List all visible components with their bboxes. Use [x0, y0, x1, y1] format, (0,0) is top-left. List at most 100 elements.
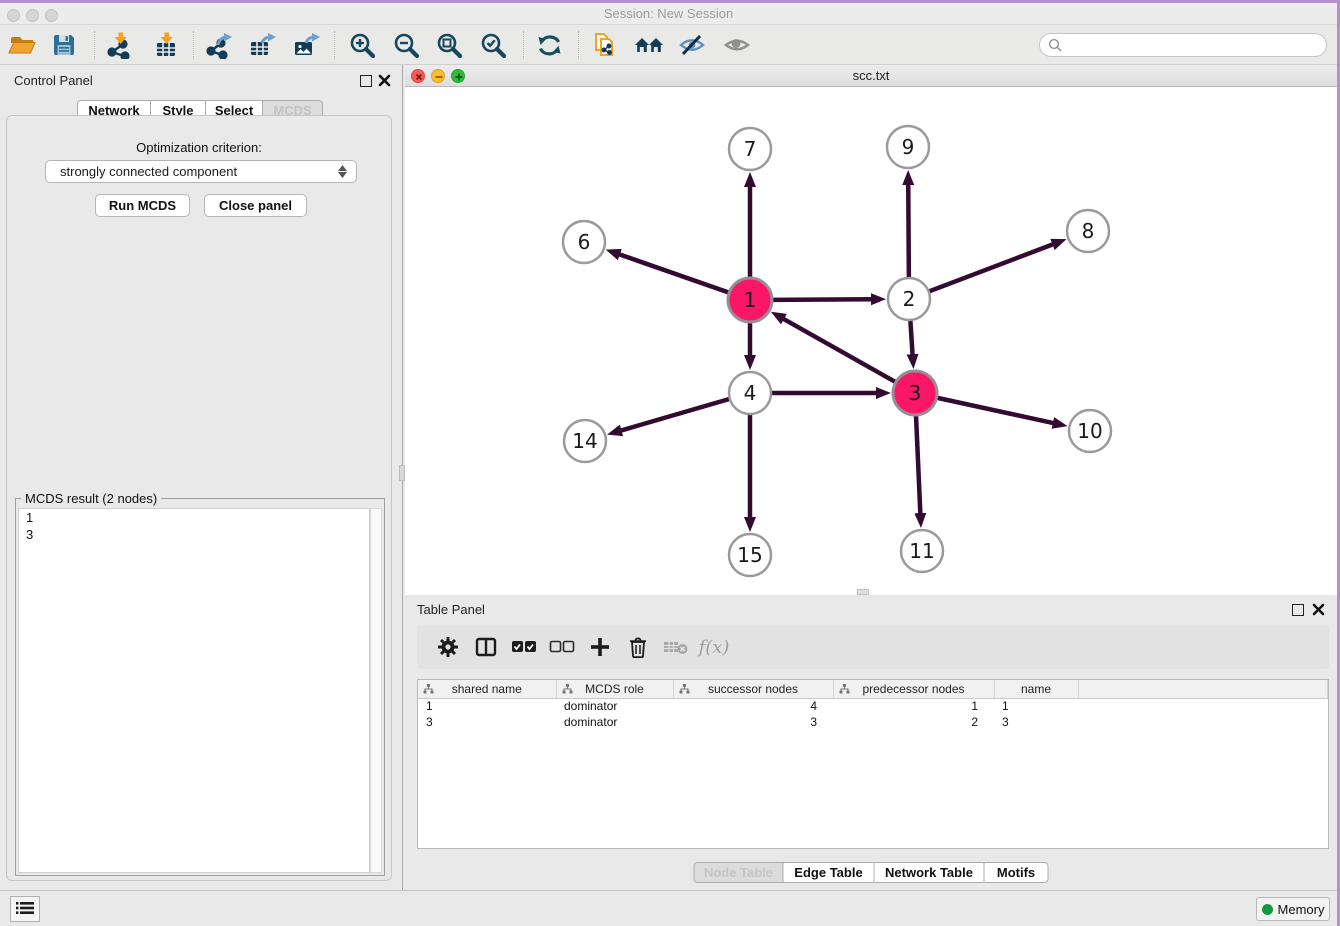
table-cell[interactable]: 2	[833, 714, 994, 730]
close-panel-button[interactable]: Close panel	[204, 194, 307, 217]
table-cell[interactable]: 3	[994, 714, 1078, 730]
task-history-button[interactable]	[10, 896, 40, 922]
table-cell[interactable]: 1	[833, 698, 994, 714]
table-cell[interactable]: 4	[673, 698, 833, 714]
table-cell[interactable]: 1	[994, 698, 1078, 714]
open-file-button[interactable]	[5, 28, 39, 62]
network-canvas[interactable]: 1 2 3 4 6 7 8 9 10 11 14 15	[405, 87, 1337, 595]
control-panel-header: Control Panel	[0, 65, 398, 95]
table-cell[interactable]: 3	[673, 714, 833, 730]
control-panel-title: Control Panel	[14, 73, 93, 88]
column-header-label: name	[1021, 682, 1051, 696]
graph-edge-4-14[interactable]	[621, 399, 729, 431]
column-header-successor-nodes[interactable]: successor nodes	[673, 680, 833, 698]
table-cell[interactable]: 1	[418, 698, 556, 714]
column-header-predecessor-nodes[interactable]: predecessor nodes	[833, 680, 994, 698]
toolbar-separator	[193, 31, 194, 59]
delete-table-button[interactable]	[657, 630, 695, 664]
table-row[interactable]: 3dominator323	[418, 714, 1328, 730]
create-column-button[interactable]	[581, 630, 619, 664]
close-panel-icon[interactable]	[378, 74, 391, 87]
graph-node-1[interactable]: 1	[728, 278, 772, 322]
mcds-result-list[interactable]: 13	[18, 508, 370, 873]
table-tab-network-table[interactable]: Network Table	[875, 862, 985, 883]
zoom-out-button[interactable]	[389, 28, 423, 62]
graph-node-15[interactable]: 15	[729, 534, 771, 576]
clone-network-icon	[591, 31, 619, 59]
refresh-layout-button[interactable]	[533, 28, 567, 62]
export-network-button[interactable]	[201, 28, 235, 62]
function-builder-button[interactable]: f(x)	[695, 630, 733, 664]
graph-node-4[interactable]: 4	[729, 372, 771, 414]
trash-icon	[628, 636, 648, 658]
table-cell[interactable]: 3	[418, 714, 556, 730]
table-cell[interactable]: dominator	[556, 698, 673, 714]
graph-edge-1-6[interactable]	[619, 254, 728, 292]
column-header-shared-name[interactable]: shared name	[418, 680, 556, 698]
search-input[interactable]	[1067, 35, 1318, 55]
table-cell[interactable]: dominator	[556, 714, 673, 730]
run-mcds-button[interactable]: Run MCDS	[95, 194, 190, 217]
close-panel-icon[interactable]	[1312, 603, 1325, 616]
graph-node-8[interactable]: 8	[1067, 210, 1109, 252]
import-table-button[interactable]	[149, 28, 183, 62]
column-header-name[interactable]: name	[994, 680, 1078, 698]
import-network-icon	[105, 32, 132, 59]
graph-node-10[interactable]: 10	[1069, 410, 1111, 452]
export-image-button[interactable]	[289, 28, 323, 62]
column-header-MCDS-role[interactable]: MCDS role	[556, 680, 673, 698]
graph-node-6[interactable]: 6	[563, 221, 605, 263]
graph-edge-3-10[interactable]	[937, 398, 1053, 423]
table-panel-header: Table Panel	[405, 595, 1337, 621]
criterion-dropdown[interactable]: strongly connected component	[45, 160, 357, 183]
hide-selected-button[interactable]	[675, 28, 709, 62]
mcds-result-group: MCDS result (2 nodes) 13	[15, 498, 385, 876]
graph-node-7[interactable]: 7	[729, 128, 771, 170]
graph-edge-3-11[interactable]	[916, 416, 920, 514]
node-label: 4	[744, 381, 757, 405]
table-tab-motifs[interactable]: Motifs	[985, 862, 1049, 883]
node-table[interactable]: shared nameMCDS rolesuccessor nodesprede…	[417, 679, 1329, 849]
graph-edge-2-8[interactable]	[930, 244, 1054, 291]
graph-edge-1-2[interactable]	[773, 299, 872, 300]
table-tab-node-table[interactable]: Node Table	[694, 862, 784, 883]
select-all-button[interactable]	[505, 630, 543, 664]
memory-button[interactable]: Memory	[1256, 897, 1330, 921]
search-field	[1039, 33, 1327, 57]
clone-network-button[interactable]	[588, 28, 622, 62]
graph-edge-2-9[interactable]	[908, 184, 909, 277]
node-label: 9	[902, 135, 915, 159]
save-session-button[interactable]	[47, 28, 81, 62]
export-table-button[interactable]	[245, 28, 279, 62]
show-columns-button[interactable]	[467, 630, 505, 664]
deselect-all-button[interactable]	[543, 630, 581, 664]
gear-icon	[437, 636, 459, 658]
graph-node-11[interactable]: 11	[901, 530, 943, 572]
graph-edge-3-1[interactable]	[783, 319, 895, 382]
vertical-splitter[interactable]	[398, 65, 405, 890]
zoom-in-button[interactable]	[345, 28, 379, 62]
table-tab-edge-table[interactable]: Edge Table	[784, 862, 875, 883]
float-panel-icon[interactable]	[360, 75, 372, 87]
zoom-selected-button[interactable]	[476, 28, 510, 62]
toolbar-separator	[334, 31, 335, 59]
first-neighbors-button[interactable]	[632, 28, 666, 62]
node-label: 6	[578, 230, 591, 254]
column-settings-button[interactable]	[429, 630, 467, 664]
unchecked-boxes-icon	[549, 640, 575, 654]
graph-node-9[interactable]: 9	[887, 126, 929, 168]
graph-edge-2-3[interactable]	[910, 321, 912, 355]
open-folder-icon	[8, 32, 36, 58]
result-line: 1	[19, 509, 369, 526]
graph-node-3[interactable]: 3	[893, 371, 937, 415]
zoom-fit-button[interactable]	[432, 28, 466, 62]
delete-column-button[interactable]	[619, 630, 657, 664]
result-scrollbar[interactable]	[370, 508, 382, 873]
graph-node-2[interactable]: 2	[888, 278, 930, 320]
table-row[interactable]: 1dominator411	[418, 698, 1328, 714]
show-all-button[interactable]	[720, 28, 754, 62]
hierarchy-icon	[679, 684, 690, 694]
float-panel-icon[interactable]	[1292, 604, 1304, 616]
graph-node-14[interactable]: 14	[564, 420, 606, 462]
import-network-button[interactable]	[101, 28, 135, 62]
